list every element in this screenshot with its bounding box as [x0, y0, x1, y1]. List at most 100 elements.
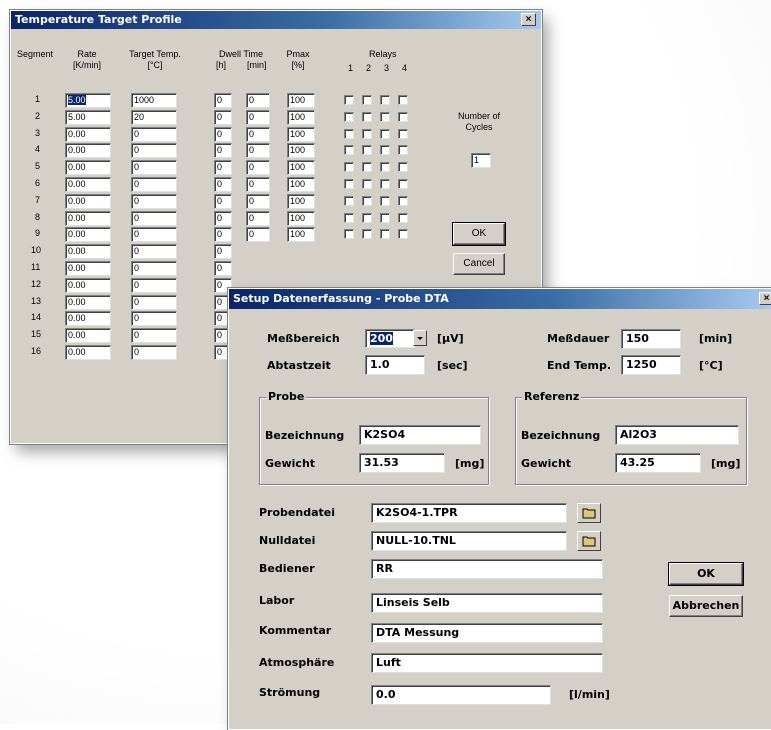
dwell-minutes-input[interactable]: 0 — [246, 193, 270, 209]
relay-1-checkbox[interactable] — [344, 145, 354, 156]
relay-1-checkbox[interactable] — [344, 128, 354, 139]
setup-titlebar[interactable]: Setup Datenerfassung - Probe DTA — [229, 289, 771, 309]
dwell-hours-input[interactable]: 0 — [214, 143, 232, 159]
dwell-hours-input[interactable]: 0 — [214, 261, 232, 276]
relay-4-checkbox[interactable] — [398, 145, 408, 156]
relay-4-checkbox[interactable] — [398, 128, 408, 139]
dwell-minutes-input[interactable]: 0 — [246, 210, 270, 226]
endtemp-input[interactable]: 1250 — [621, 355, 681, 375]
rate-input[interactable]: 0.00 — [65, 277, 111, 293]
dwell-minutes-input[interactable]: 0 — [246, 227, 270, 243]
dwell-hours-input[interactable]: 0 — [214, 244, 232, 260]
probendatei-input[interactable]: K2SO4-1.TPR — [371, 503, 567, 523]
target-temp-input[interactable]: 0 — [131, 160, 177, 176]
pmax-input[interactable]: 100 — [287, 109, 315, 125]
rate-input[interactable]: 0.00 — [65, 210, 111, 226]
target-temp-input[interactable]: 0 — [131, 227, 177, 243]
relay-3-checkbox[interactable] — [380, 128, 390, 139]
relay-1-checkbox[interactable] — [344, 162, 354, 173]
relay-2-checkbox[interactable] — [362, 212, 372, 223]
relay-3-checkbox[interactable] — [380, 229, 390, 240]
profile-titlebar[interactable]: Temperature Target Profile — [11, 11, 541, 29]
referenz-bezeichnung-input[interactable]: Al2O3 — [615, 425, 739, 445]
target-temp-input[interactable]: 0 — [131, 345, 177, 360]
probendatei-browse-button[interactable] — [577, 503, 601, 523]
dwell-hours-input[interactable]: 0 — [214, 126, 232, 142]
dwell-minutes-input[interactable]: 0 — [246, 143, 270, 159]
pmax-input[interactable]: 100 — [287, 143, 315, 159]
cycles-input[interactable]: 1 — [471, 153, 491, 168]
pmax-input[interactable]: 100 — [287, 93, 315, 108]
labor-input[interactable]: Linseis Selb — [371, 593, 603, 613]
setup-close-icon[interactable]: × — [759, 292, 771, 305]
rate-input[interactable]: 0.00 — [65, 126, 111, 142]
dwell-hours-input[interactable]: 0 — [214, 210, 232, 226]
rate-input[interactable]: 0.00 — [65, 160, 111, 176]
dwell-minutes-input[interactable]: 0 — [246, 177, 270, 192]
rate-input[interactable]: 0.00 — [65, 143, 111, 159]
relay-4-checkbox[interactable] — [398, 111, 408, 122]
rate-input[interactable]: 0.00 — [65, 244, 111, 260]
setup-abbrechen-button[interactable]: Abbrechen — [669, 595, 743, 617]
rate-input[interactable]: 0.00 — [65, 227, 111, 243]
relay-2-checkbox[interactable] — [362, 111, 372, 122]
dwell-hours-input[interactable]: 0 — [214, 160, 232, 176]
target-temp-input[interactable]: 0 — [131, 193, 177, 209]
relay-1-checkbox[interactable] — [344, 95, 354, 105]
relay-2-checkbox[interactable] — [362, 145, 372, 156]
messbereich-select[interactable]: 200 — [365, 329, 415, 348]
relay-3-checkbox[interactable] — [380, 162, 390, 173]
relay-4-checkbox[interactable] — [398, 95, 408, 105]
target-temp-input[interactable]: 0 — [131, 328, 177, 344]
profile-close-icon[interactable]: × — [521, 13, 536, 26]
kommentar-input[interactable]: DTA Messung — [371, 623, 603, 643]
target-temp-input[interactable]: 0 — [131, 126, 177, 142]
target-temp-input[interactable]: 0 — [131, 294, 177, 310]
rate-input[interactable]: 0.00 — [65, 177, 111, 192]
rate-input[interactable]: 0.00 — [65, 261, 111, 276]
nulldatei-browse-button[interactable] — [577, 531, 601, 551]
referenz-gewicht-input[interactable]: 43.25 — [615, 453, 701, 473]
relay-4-checkbox[interactable] — [398, 212, 408, 223]
target-temp-input[interactable]: 0 — [131, 277, 177, 293]
probe-bezeichnung-input[interactable]: K2SO4 — [359, 425, 481, 445]
relay-4-checkbox[interactable] — [398, 179, 408, 189]
rate-input[interactable]: 0.00 — [65, 294, 111, 310]
pmax-input[interactable]: 100 — [287, 210, 315, 226]
rate-input[interactable]: 0.00 — [65, 328, 111, 344]
relay-4-checkbox[interactable] — [398, 162, 408, 173]
pmax-input[interactable]: 100 — [287, 160, 315, 176]
relay-2-checkbox[interactable] — [362, 95, 372, 105]
stroemung-input[interactable]: 0.0 — [371, 685, 551, 705]
relay-3-checkbox[interactable] — [380, 212, 390, 223]
dwell-minutes-input[interactable]: 0 — [246, 93, 270, 108]
nulldatei-input[interactable]: NULL-10.TNL — [371, 531, 567, 551]
relay-2-checkbox[interactable] — [362, 128, 372, 139]
relay-1-checkbox[interactable] — [344, 212, 354, 223]
rate-input[interactable]: 0.00 — [65, 345, 111, 360]
target-temp-input[interactable]: 0 — [131, 177, 177, 192]
relay-2-checkbox[interactable] — [362, 229, 372, 240]
abtastzeit-input[interactable]: 1.0 — [365, 355, 425, 375]
relay-3-checkbox[interactable] — [380, 111, 390, 122]
profile-cancel-button[interactable]: Cancel — [453, 253, 505, 275]
target-temp-input[interactable]: 0 — [131, 210, 177, 226]
atmosphaere-input[interactable]: Luft — [371, 653, 603, 673]
dwell-minutes-input[interactable]: 0 — [246, 126, 270, 142]
relay-4-checkbox[interactable] — [398, 229, 408, 240]
rate-input[interactable]: 0.00 — [65, 193, 111, 209]
probe-gewicht-input[interactable]: 31.53 — [359, 453, 445, 473]
pmax-input[interactable]: 100 — [287, 177, 315, 192]
pmax-input[interactable]: 100 — [287, 126, 315, 142]
relay-1-checkbox[interactable] — [344, 111, 354, 122]
setup-ok-button[interactable]: OK — [668, 562, 744, 586]
target-temp-input[interactable]: 0 — [131, 311, 177, 327]
dwell-hours-input[interactable]: 0 — [214, 177, 232, 192]
relay-1-checkbox[interactable] — [344, 179, 354, 189]
dwell-minutes-input[interactable]: 0 — [246, 109, 270, 125]
dwell-hours-input[interactable]: 0 — [214, 193, 232, 209]
target-temp-input[interactable]: 0 — [131, 244, 177, 260]
relay-2-checkbox[interactable] — [362, 179, 372, 189]
messbereich-dropdown-button[interactable] — [413, 330, 427, 346]
relay-1-checkbox[interactable] — [344, 229, 354, 240]
